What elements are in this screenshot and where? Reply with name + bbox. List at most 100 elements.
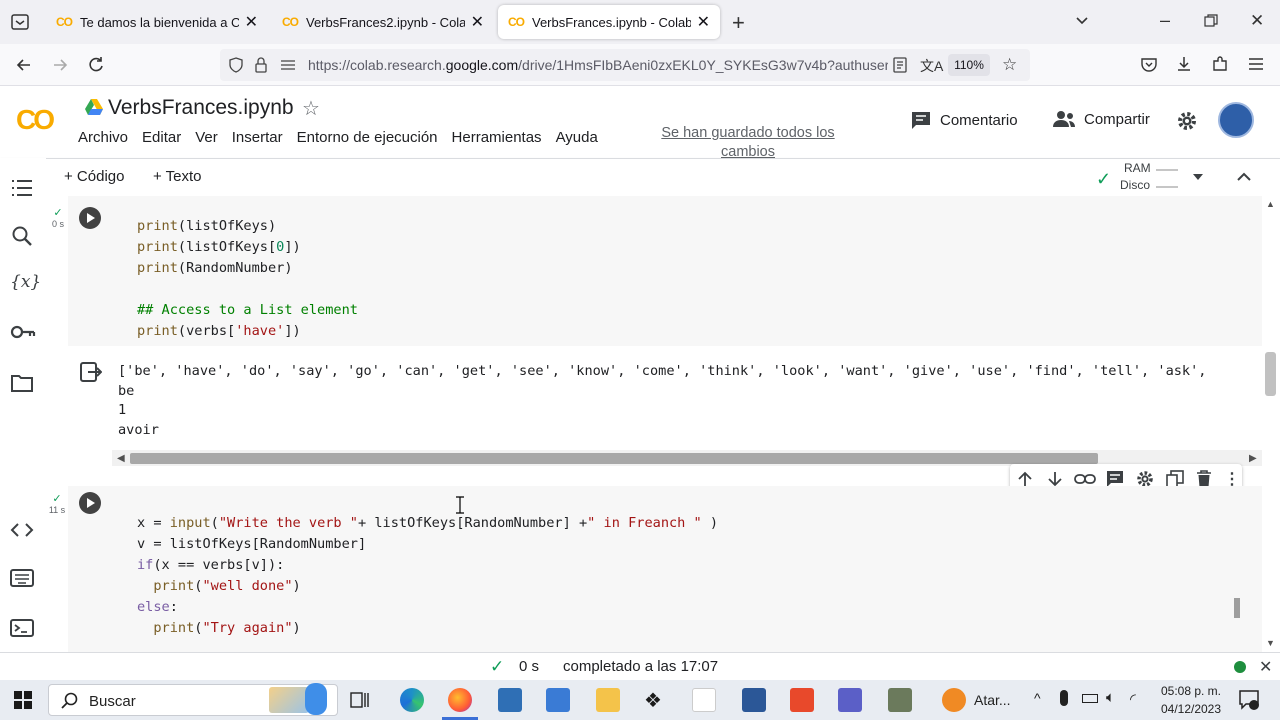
tab-verbsfrances[interactable]: CO VerbsFrances.ipynb - Colaborat ✕ bbox=[498, 5, 720, 39]
forward-icon[interactable] bbox=[50, 55, 70, 75]
menu-ver[interactable]: Ver bbox=[195, 129, 218, 146]
windows-start-icon[interactable] bbox=[14, 691, 32, 709]
connected-check-icon[interactable]: ✓ bbox=[1096, 169, 1111, 190]
menu-entorno-de-ejecucion[interactable]: Entorno de ejecución bbox=[297, 129, 438, 146]
minimize-icon[interactable]: – bbox=[1160, 10, 1170, 31]
menu-editar[interactable]: Editar bbox=[142, 129, 181, 146]
close-status-icon[interactable]: ✕ bbox=[1259, 657, 1272, 677]
notebook-title[interactable]: VerbsFrances.ipynb bbox=[108, 96, 294, 120]
close-window-icon[interactable]: ✕ bbox=[1250, 11, 1264, 31]
add-code-button[interactable]: + Código bbox=[64, 168, 124, 185]
battery-icon[interactable] bbox=[1082, 694, 1098, 703]
lock-icon[interactable] bbox=[254, 57, 268, 73]
url-text[interactable]: https://colab.research.google.com/drive/… bbox=[308, 57, 888, 73]
code-line: else: bbox=[137, 599, 178, 615]
translate-icon[interactable]: 文A bbox=[920, 56, 943, 76]
task-view-icon[interactable] bbox=[350, 690, 370, 710]
gear-icon[interactable] bbox=[1176, 110, 1198, 132]
command-palette-icon[interactable] bbox=[10, 568, 36, 594]
variables-icon[interactable]: {x} bbox=[10, 272, 41, 298]
volume-icon[interactable]: 🔈︎ bbox=[1106, 689, 1115, 706]
ram-label[interactable]: RAM bbox=[1124, 161, 1151, 175]
dropbox-icon[interactable]: ❖ bbox=[644, 688, 662, 713]
address-bar[interactable]: https://colab.research.google.com/drive/… bbox=[220, 49, 1030, 81]
run-cell-button[interactable] bbox=[79, 492, 101, 514]
edge-browser-icon[interactable] bbox=[400, 688, 424, 712]
windows-taskbar: Buscar ❖ Atar... ^ 🔈︎ ◜ 05:08 p. m. 04/1… bbox=[0, 680, 1280, 720]
code-editor[interactable]: print(listOfKeys) print(listOfKeys[0]) pri… bbox=[137, 195, 358, 384]
app-menu-icon[interactable] bbox=[1248, 55, 1264, 73]
collapse-header-icon[interactable] bbox=[1236, 171, 1252, 183]
disk-label[interactable]: Disco bbox=[1120, 178, 1150, 192]
avatar[interactable] bbox=[1218, 102, 1254, 138]
share-button[interactable]: Compartir bbox=[1052, 110, 1150, 128]
notifications-icon[interactable] bbox=[1238, 689, 1260, 711]
permissions-icon[interactable] bbox=[280, 58, 296, 72]
scroll-up-icon[interactable]: ▲ bbox=[1266, 199, 1275, 209]
close-tab-icon[interactable]: ✕ bbox=[245, 12, 258, 32]
reader-view-icon[interactable] bbox=[892, 57, 908, 73]
file-explorer-icon[interactable] bbox=[596, 688, 620, 712]
cell-exec-status: ✓ 0 s bbox=[46, 206, 70, 229]
scrollbar-thumb[interactable] bbox=[1265, 352, 1276, 396]
store-icon[interactable] bbox=[498, 688, 522, 712]
add-text-button[interactable]: + Texto bbox=[153, 168, 202, 185]
page-vertical-scrollbar[interactable]: ▲ ▼ bbox=[1262, 196, 1280, 652]
comment-button[interactable]: Comentario bbox=[910, 110, 1018, 130]
scroll-right-icon[interactable]: ▶ bbox=[1249, 453, 1257, 464]
clock-time[interactable]: 05:08 p. m. bbox=[1158, 684, 1224, 698]
shield-icon[interactable] bbox=[228, 57, 244, 73]
reload-icon[interactable] bbox=[86, 55, 106, 75]
restore-icon[interactable] bbox=[1204, 14, 1218, 28]
weather-text[interactable]: Atar... bbox=[974, 692, 1011, 708]
scrollbar-thumb[interactable] bbox=[130, 453, 1098, 464]
tab-verbsfrances2[interactable]: CO VerbsFrances2.ipynb - Colabora ✕ bbox=[272, 5, 494, 39]
wifi-icon[interactable]: ◜ bbox=[1130, 690, 1136, 708]
scroll-left-icon[interactable]: ◀ bbox=[117, 453, 125, 464]
zoom-level[interactable]: 110% bbox=[948, 54, 990, 76]
extensions-icon[interactable] bbox=[1211, 55, 1229, 73]
back-icon[interactable] bbox=[14, 55, 34, 75]
scroll-down-icon[interactable]: ▼ bbox=[1266, 638, 1275, 648]
menu-ayuda[interactable]: Ayuda bbox=[556, 129, 598, 146]
microphone-icon[interactable] bbox=[1060, 690, 1068, 706]
tab-list-icon[interactable] bbox=[10, 12, 30, 32]
teams-icon[interactable] bbox=[838, 688, 862, 712]
office-icon[interactable] bbox=[790, 688, 814, 712]
code-snippets-icon[interactable] bbox=[10, 520, 36, 546]
new-tab-icon[interactable]: + bbox=[732, 10, 745, 36]
tab-welcome[interactable]: CO Te damos la bienvenida a Colab ✕ bbox=[46, 5, 268, 39]
key-icon[interactable] bbox=[10, 322, 36, 348]
close-tab-icon[interactable]: ✕ bbox=[471, 12, 484, 32]
google-drive-icon[interactable] bbox=[84, 98, 104, 116]
colab-logo[interactable]: CO bbox=[16, 104, 55, 136]
output-actions-icon[interactable] bbox=[80, 362, 102, 382]
menu-herramientas[interactable]: Herramientas bbox=[452, 129, 542, 146]
star-icon[interactable]: ☆ bbox=[302, 96, 320, 121]
app-icon[interactable] bbox=[888, 688, 912, 712]
close-tab-icon[interactable]: ✕ bbox=[697, 12, 710, 32]
folder-icon[interactable] bbox=[10, 372, 36, 398]
save-status[interactable]: Se han guardado todos los cambios bbox=[648, 124, 848, 162]
status-message[interactable]: completado a las 17:07 bbox=[563, 658, 718, 675]
run-cell-button[interactable] bbox=[79, 207, 101, 229]
clock-date[interactable]: 04/12/2023 bbox=[1156, 702, 1226, 716]
amazon-icon[interactable] bbox=[692, 688, 716, 712]
firefox-icon[interactable] bbox=[448, 688, 472, 712]
mail-icon[interactable] bbox=[546, 688, 570, 712]
terminal-icon[interactable] bbox=[10, 618, 36, 644]
table-of-contents-icon[interactable] bbox=[10, 176, 36, 202]
editor-scrollbar[interactable] bbox=[1234, 598, 1240, 618]
search-icon[interactable] bbox=[10, 224, 36, 250]
menu-archivo[interactable]: Archivo bbox=[78, 129, 128, 146]
weather-icon[interactable] bbox=[942, 688, 966, 712]
word-icon[interactable] bbox=[742, 688, 766, 712]
bookmark-star-icon[interactable]: ☆ bbox=[1002, 55, 1017, 75]
runtime-dropdown-icon[interactable] bbox=[1193, 174, 1203, 180]
list-all-tabs-icon[interactable] bbox=[1074, 12, 1090, 28]
menu-insertar[interactable]: Insertar bbox=[232, 129, 283, 146]
downloads-icon[interactable] bbox=[1175, 55, 1193, 73]
taskbar-search[interactable]: Buscar bbox=[48, 683, 338, 716]
tray-chevron-icon[interactable]: ^ bbox=[1034, 690, 1041, 706]
pocket-icon[interactable] bbox=[1140, 56, 1158, 74]
